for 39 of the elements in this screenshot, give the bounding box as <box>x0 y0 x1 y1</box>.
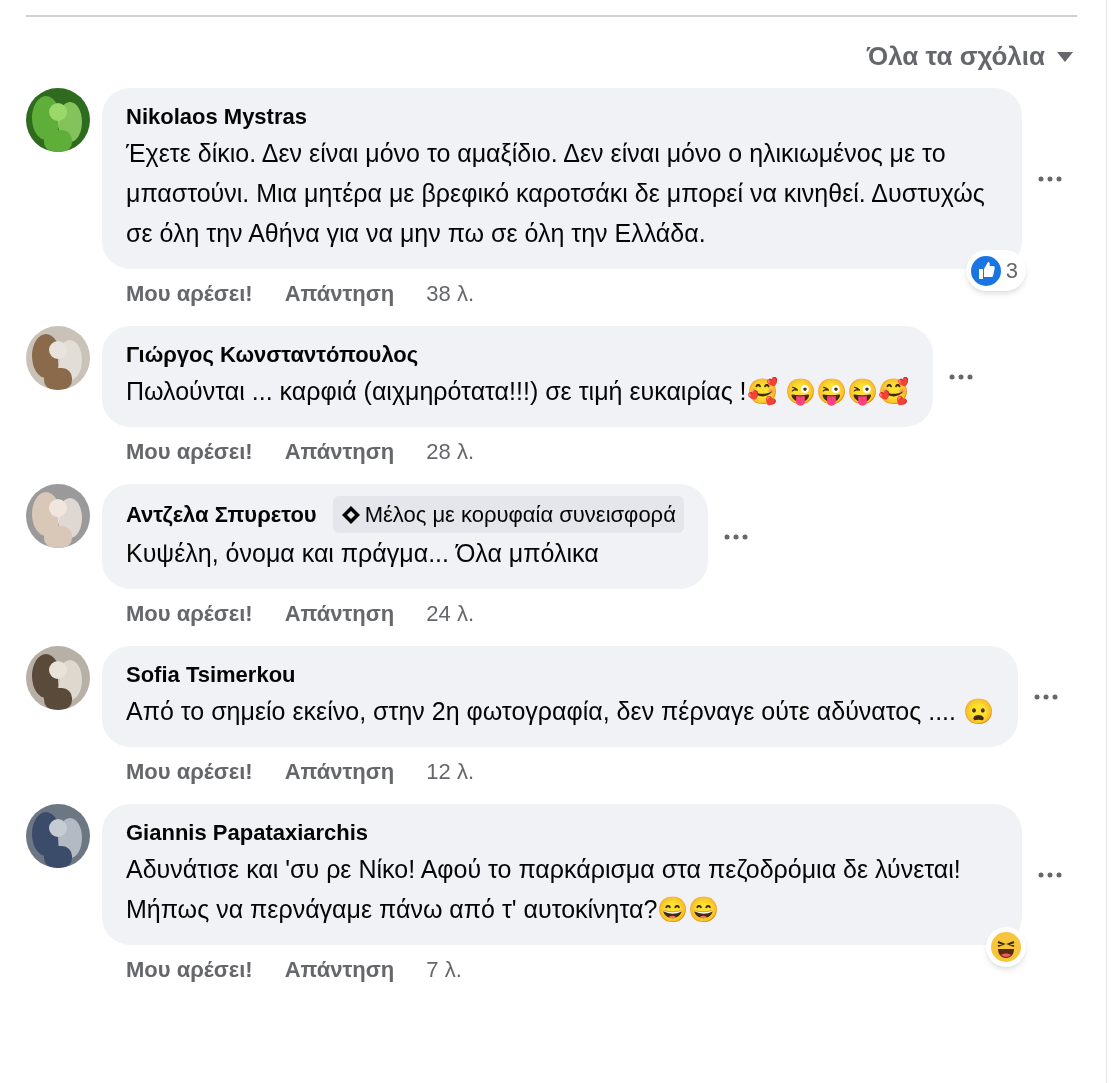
contributor-badge: Μέλος με κορυφαία συνεισφορά <box>332 496 684 533</box>
more-options-icon[interactable] <box>1038 871 1062 878</box>
thumbs-up-icon <box>969 254 1002 287</box>
comment-time[interactable]: 24 λ. <box>426 597 474 630</box>
laughing-face-icon <box>990 931 1022 963</box>
reply-link[interactable]: Απάντηση <box>284 435 395 468</box>
comment-time[interactable]: 12 λ. <box>426 755 474 788</box>
like-link[interactable]: Μου αρέσει! <box>126 597 253 630</box>
reply-link[interactable]: Απάντηση <box>284 953 395 986</box>
reaction-count: 3 <box>1005 257 1019 285</box>
caret-icon <box>1057 51 1073 62</box>
like-link[interactable]: Μου αρέσει! <box>126 277 253 310</box>
author-name[interactable]: Γιώργος Κωνσταντόπουλος <box>126 338 419 371</box>
comment-text: Έχετε δίκιο. Δεν είναι μόνο το αμαξίδιο. Δεν είναι μόνο ο ηλικιωμένος με το μπαστούνι. Μια μητέρα με βρεφικό καροτσάκι δε μπορεί να κινηθεί. Δυστυχώς σε όλη την Αθήνα για να μην πω σε όλη την Ελλάδα. <box>126 138 986 249</box>
comment-text: Κυψέλη, όνομα και πράγμα... Όλα μπόλικα <box>126 538 600 569</box>
comment-text: Αδυνάτισε και 'συ ρε Νίκο! Αφού το παρκάρισμα στα πεζοδρόμια δε λύνεται! Μήπως να περνάγαμε πάνω από τ' αυτοκίνητα?😄😄 <box>126 854 962 925</box>
comment-text: Από το σημείο εκείνο, στην 2η φωτογραφία, δεν πέρναγε ούτε αδύνατος .... 😦 <box>126 696 994 727</box>
reply-link[interactable]: Απάντηση <box>284 597 395 630</box>
comment-filter-dropdown[interactable]: Όλα τα σχόλια <box>866 37 1073 76</box>
like-link[interactable]: Μου αρέσει! <box>126 435 253 468</box>
author-name[interactable]: Αντζελα Σπυρετου <box>126 498 317 531</box>
reply-link[interactable]: Απάντηση <box>284 755 395 788</box>
author-name[interactable]: Nikolaos Mystras <box>126 100 307 133</box>
more-options-icon[interactable] <box>948 373 973 380</box>
reply-link[interactable]: Απάντηση <box>284 277 395 310</box>
comment-time[interactable]: 28 λ. <box>426 435 474 468</box>
author-name[interactable]: Sofia Tsimerkou <box>126 658 296 691</box>
diamond-icon <box>340 504 361 525</box>
comment-time[interactable]: 38 λ. <box>426 277 474 310</box>
more-options-icon[interactable] <box>1033 693 1058 700</box>
reaction-badge[interactable]: 3 <box>965 250 1026 291</box>
like-link[interactable]: Μου αρέσει! <box>126 953 253 986</box>
comment-time[interactable]: 7 λ. <box>426 953 462 986</box>
more-options-icon[interactable] <box>723 533 748 540</box>
author-name[interactable]: Giannis Papataxiarchis <box>126 816 369 849</box>
reaction-badge[interactable] <box>986 927 1026 967</box>
more-options-icon[interactable] <box>1038 175 1062 182</box>
like-link[interactable]: Μου αρέσει! <box>126 755 253 788</box>
comment-text: Πωλούνται ... καρφιά (αιχμηρότατα!!!) σε τιμή ευκαιρίας !🥰 😜😜😜🥰 <box>126 376 909 408</box>
